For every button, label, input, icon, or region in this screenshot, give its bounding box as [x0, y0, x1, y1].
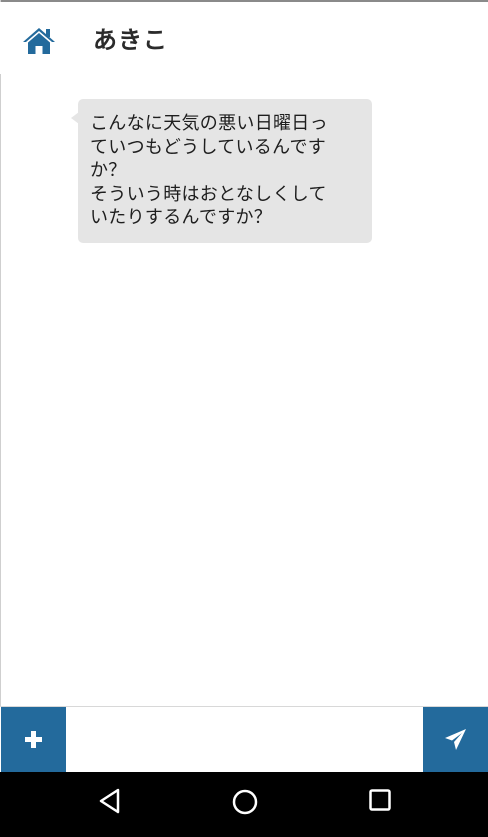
nav-back-button[interactable]	[90, 788, 130, 822]
recent-apps-square-icon	[369, 789, 391, 811]
paper-plane-icon	[445, 729, 466, 750]
home-icon	[23, 28, 55, 54]
chat-title: あきこ	[93, 26, 168, 54]
send-button[interactable]	[423, 707, 488, 772]
system-navigation-bar	[0, 772, 488, 837]
home-button[interactable]	[22, 26, 56, 56]
plus-icon	[25, 731, 42, 748]
left-border	[0, 0, 1, 772]
add-attachment-button[interactable]	[1, 707, 66, 772]
message-bubble: こんなに天気の悪い日曜日っ ていつもどうしているんです か？ そういう時はおとな…	[78, 99, 372, 243]
message-input[interactable]	[66, 707, 423, 772]
back-triangle-icon	[99, 788, 120, 814]
nav-recent-apps-button[interactable]	[360, 788, 400, 822]
home-circle-icon	[232, 789, 258, 815]
nav-home-button[interactable]	[225, 788, 265, 822]
chat-header: あきこ	[0, 2, 488, 74]
